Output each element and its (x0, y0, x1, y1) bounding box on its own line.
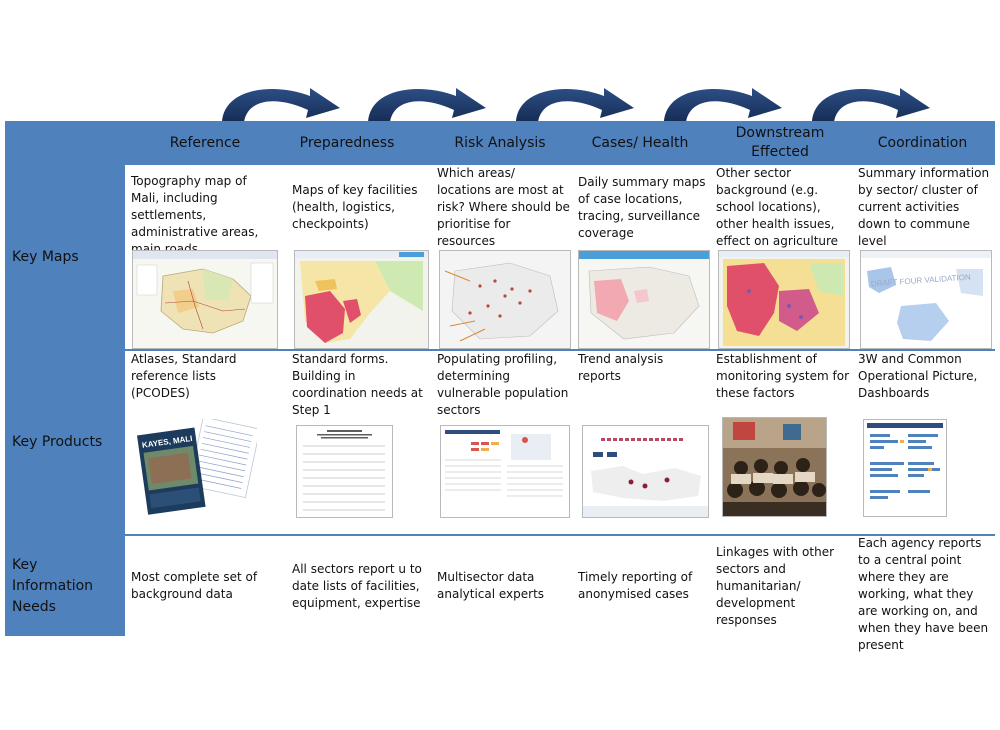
column-header-preparedness: Preparedness (299, 134, 395, 151)
facilities-map-thumbnail (294, 250, 429, 349)
cell-maps-cases: Daily summary maps of case locations, tr… (578, 175, 706, 240)
column-header-risk-analysis: Risk Analysis (454, 134, 546, 151)
curved-arrow-icon (516, 88, 634, 122)
downstream-map-thumbnail (718, 250, 850, 349)
cell-products-coordination: 3W and Common Operational Picture, Dashb… (858, 352, 978, 400)
classroom-photo-thumbnail (722, 417, 827, 517)
cell-needs-risk: Multisector data analytical experts (437, 570, 545, 601)
trend-report-thumbnail (582, 425, 709, 518)
dashboard-thumbnail (863, 419, 947, 517)
standard-form-thumbnail (296, 425, 393, 518)
cell-needs-downstream: Linkages with other sectors and humanita… (716, 544, 835, 627)
cases-map-thumbnail (578, 250, 710, 349)
cell-maps-preparedness: Maps of key facilities (health, logistic… (292, 183, 418, 231)
cell-needs-cases: Timely reporting of anonymised cases (578, 570, 693, 601)
cell-products-reference: Atlases, Standard reference lists (PCODE… (131, 352, 237, 400)
population-profile-thumbnail (440, 425, 570, 518)
information-matrix: Reference Preparedness Risk Analysis Cas… (5, 121, 995, 652)
column-header-coordination: Coordination (877, 134, 968, 151)
cell-needs-reference: Most complete set of background data (131, 570, 258, 601)
column-header-cases-health: Cases/ Health (591, 134, 689, 151)
process-flow-arrows (222, 88, 930, 122)
curved-arrow-icon (664, 88, 782, 122)
curved-arrow-icon (812, 88, 930, 122)
cell-needs-preparedness: All sectors report u to date lists of fa… (292, 561, 422, 610)
cell-maps-reference: Topography map of Mali, including settle… (131, 174, 259, 256)
cell-products-downstream: Establishment of monitoring system for t… (716, 352, 850, 400)
row-header-key-maps: Key Maps (12, 248, 79, 265)
coordination-map-thumbnail: DRAFT FOUR VALIDATION (860, 250, 992, 349)
cell-maps-coordination: Summary information by sector/ cluster o… (858, 166, 990, 248)
cell-products-risk: Populating profiling, determining vulner… (437, 352, 569, 417)
cell-needs-coordination: Each agency reports to a central point w… (858, 536, 989, 652)
curved-arrow-icon (368, 88, 486, 122)
risk-map-thumbnail (439, 250, 571, 349)
cell-maps-downstream: Other sector background (e.g. school loc… (716, 166, 839, 248)
row-header-key-information-needs: Key Information Needs (12, 556, 94, 615)
row-header-key-products: Key Products (12, 434, 103, 450)
cell-maps-risk: Which areas/ locations are most at risk?… (437, 166, 570, 248)
column-header-reference: Reference (169, 134, 241, 151)
atlas-cover-thumbnail: KAYES, MALI (132, 419, 257, 517)
column-header-downstream: Downstream Effected (735, 125, 825, 160)
cell-products-preparedness: Standard forms. Building in coordination… (292, 352, 423, 417)
cell-products-cases: Trend analysis reports (578, 352, 664, 383)
reference-map-thumbnail (132, 250, 278, 349)
curved-arrow-icon (222, 88, 340, 122)
